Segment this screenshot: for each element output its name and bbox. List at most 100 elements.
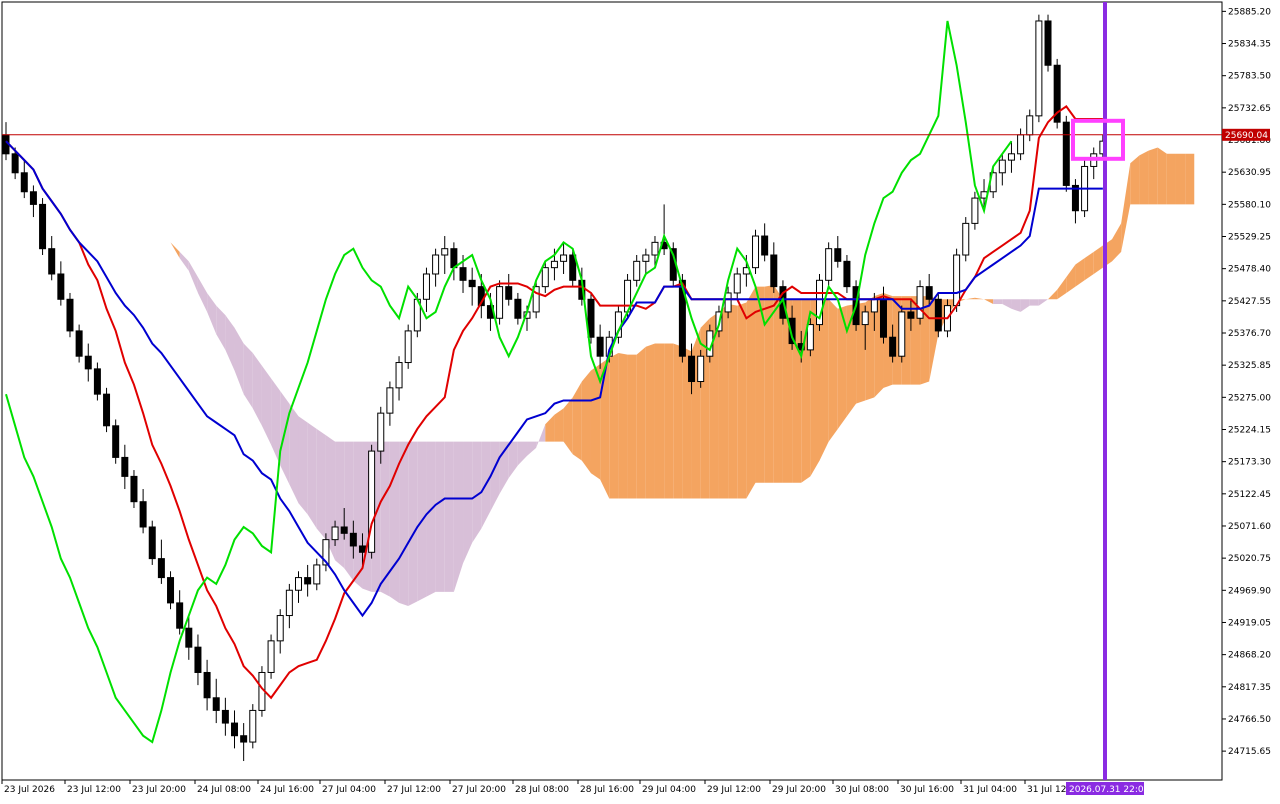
candle-body <box>157 558 165 579</box>
candle-body <box>550 260 558 269</box>
candle-body <box>1017 134 1025 155</box>
y-tick-label: 25478.40 <box>1228 265 1271 275</box>
candle-body <box>971 197 979 224</box>
candle-body <box>688 355 696 383</box>
kumo-segment <box>673 343 683 499</box>
candle-body <box>953 254 961 307</box>
kumo-segment <box>298 416 308 515</box>
candle-body <box>285 589 293 617</box>
x-tick-label: 23 Jul 20:00 <box>132 785 186 795</box>
candle-body <box>240 735 248 743</box>
candle-body <box>752 235 760 269</box>
x-tick-label: 27 Jul 04:00 <box>322 785 376 795</box>
kumo-segment <box>691 327 701 499</box>
y-tick-label: 24969.90 <box>1228 586 1271 596</box>
candle-body <box>496 286 504 319</box>
candle-body <box>898 311 906 357</box>
kumo-segment <box>993 299 1003 305</box>
candle-body <box>441 248 449 256</box>
candle-body <box>450 248 458 269</box>
kumo-segment <box>581 370 591 474</box>
x-tick-label: 24 Jul 08:00 <box>197 785 251 795</box>
candle-body <box>148 526 156 560</box>
candle-body <box>916 286 924 319</box>
candle-body <box>340 526 348 534</box>
y-tick-label: 25732.65 <box>1228 104 1271 114</box>
candle-body <box>825 248 833 281</box>
kumo-segment <box>645 343 655 499</box>
y-tick-label: 25580.10 <box>1228 200 1271 210</box>
kumo-segment <box>463 441 473 564</box>
candle-body <box>1044 20 1052 66</box>
kumo-segment <box>435 441 445 592</box>
kumo-segment <box>828 299 838 442</box>
candle-body <box>724 292 732 313</box>
x-tick-label: 28 Jul 08:00 <box>515 785 569 795</box>
candle-body <box>770 254 778 288</box>
y-tick-label: 24817.35 <box>1228 683 1271 693</box>
candle-body <box>130 475 138 503</box>
kumo-segment <box>316 428 326 540</box>
x-tick-label: 31 Jul 12: <box>1027 785 1070 795</box>
y-tick-label: 25630.95 <box>1228 168 1271 178</box>
candle-body <box>560 254 568 262</box>
kumo-segment <box>444 441 454 592</box>
y-tick-label: 25783.50 <box>1228 72 1271 82</box>
y-tick-label: 25122.45 <box>1228 490 1271 500</box>
current-price-tag: 25690.04 <box>1222 128 1270 141</box>
x-tick-label: 30 Jul 08:00 <box>835 785 889 795</box>
candle-body <box>231 722 239 737</box>
candle-body <box>221 709 229 724</box>
kumo-segment <box>335 441 345 569</box>
candle-body <box>57 273 65 300</box>
candle-body <box>459 267 467 281</box>
y-tick-label: 25427.55 <box>1228 297 1271 307</box>
kumo-segment <box>636 346 646 499</box>
candle-body <box>1035 20 1043 117</box>
candle-body <box>697 355 705 383</box>
candle-body <box>843 260 851 288</box>
candle-body <box>404 330 412 364</box>
y-tick-label: 24919.05 <box>1228 618 1271 628</box>
candle-body <box>331 526 339 541</box>
candle-body <box>925 286 933 300</box>
kumo-segment <box>654 343 665 499</box>
kumo-segment <box>426 441 436 597</box>
y-tick-label: 24868.20 <box>1228 651 1271 661</box>
y-tick-label: 25834.35 <box>1228 40 1271 50</box>
kumo-segment <box>408 441 418 607</box>
kumo-segment <box>1130 155 1140 205</box>
kumo-segment <box>307 422 317 529</box>
candle-body <box>806 324 814 351</box>
kumo-segment <box>399 441 409 607</box>
kumo-segment <box>1029 299 1039 306</box>
candle-body <box>998 159 1006 174</box>
chart-area[interactable]: 25885.20 25834.35 25783.50 25732.65 25681.80… <box>0 0 1280 800</box>
y-axis: 25885.2025834.3525783.5025732.6525681.80… <box>1222 7 1271 757</box>
x-tick-label: 23 Jul 12:00 <box>67 785 121 795</box>
y-tick-label: 24766.50 <box>1228 715 1271 725</box>
price-tag-label: 25690.04 <box>1225 131 1268 141</box>
kumo-segment <box>664 343 674 499</box>
candle-body <box>514 298 522 319</box>
x-tick-label: 29 Jul 12:00 <box>707 785 761 795</box>
candle-body <box>349 532 357 547</box>
kumo-segment <box>627 354 637 499</box>
ichimoku-chart[interactable]: 25885.2025834.3525783.5025732.6525681.80… <box>0 0 1280 800</box>
candle-body <box>1007 153 1015 161</box>
candle-body <box>304 577 312 585</box>
kumo-segment <box>1175 153 1186 205</box>
kumo-segment <box>1139 150 1149 205</box>
kumo-segment <box>1166 153 1176 205</box>
candle-body <box>386 387 394 414</box>
y-tick-label: 25071.60 <box>1228 522 1271 532</box>
x-tick-label: 23 Jul 2026 <box>4 785 55 795</box>
candle-body <box>48 248 56 275</box>
y-tick-label: 24715.65 <box>1228 747 1271 757</box>
candle-body <box>505 286 513 300</box>
candle-body <box>294 577 302 591</box>
candle-body <box>75 330 83 357</box>
kumo-segment <box>728 304 738 499</box>
candle-body <box>907 311 915 319</box>
candle-body <box>358 545 366 553</box>
